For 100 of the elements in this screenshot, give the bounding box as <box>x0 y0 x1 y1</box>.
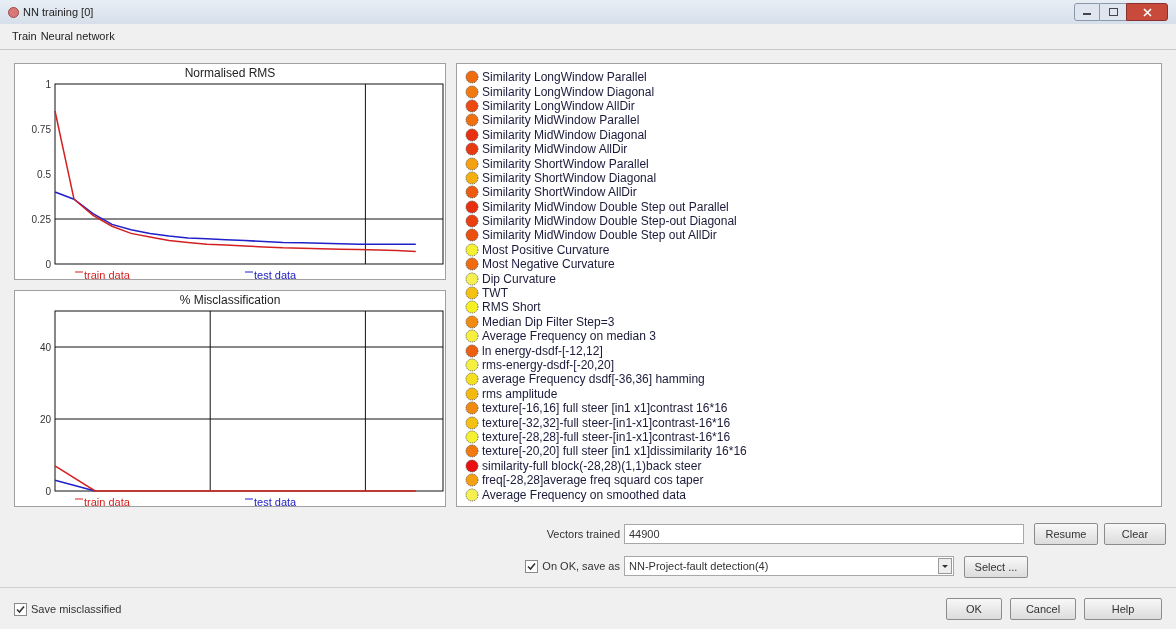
dialog-button[interactable]: OK <box>946 598 1002 620</box>
attribute-name[interactable]: Similarity MidWindow Diagonal <box>482 127 647 142</box>
status-dot <box>465 257 479 272</box>
dialog-button[interactable]: Select ... <box>964 556 1028 579</box>
status-dot <box>465 185 479 200</box>
axis-tick-label: 0 <box>45 486 51 497</box>
checkbox[interactable] <box>14 602 27 616</box>
status-dot <box>465 170 479 185</box>
attribute-name[interactable]: Similarity LongWindow Diagonal <box>482 84 655 99</box>
attribute-name[interactable]: Most Positive Curvature <box>482 242 610 257</box>
legend-entry: train data <box>74 496 130 508</box>
status-dot <box>465 271 479 286</box>
status-dot <box>465 242 479 257</box>
status-dot <box>465 372 479 387</box>
status-dot <box>465 300 479 315</box>
attribute-name[interactable]: Similarity MidWindow Parallel <box>482 113 640 128</box>
attribute-name[interactable]: Most Negative Curvature <box>482 257 615 272</box>
checkbox[interactable] <box>525 559 539 573</box>
maximize-icon <box>1108 8 1118 16</box>
attribute-name[interactable]: Similarity LongWindow AllDir <box>482 98 635 113</box>
axis-tick-label: 0.5 <box>37 169 51 180</box>
status-dot <box>465 473 479 488</box>
attribute-name[interactable]: TWT <box>482 286 508 301</box>
status-dot <box>465 458 479 473</box>
close-button[interactable] <box>1126 3 1168 21</box>
maximize-button[interactable] <box>1100 3 1126 21</box>
attribute-name[interactable]: ln energy-dsdf-[-12,12] <box>482 343 603 358</box>
chart-title: % Misclassification <box>179 293 281 307</box>
dialog-button[interactable]: Clear <box>1104 523 1166 545</box>
axis-tick-label: 1 <box>45 79 51 90</box>
legend-entry: train data <box>74 269 130 281</box>
attribute-name[interactable]: texture[-20,20] full steer [in1 x1]dissimilarity 16*16 <box>482 444 747 459</box>
attribute-name[interactable]: similarity-full block(-28,28)(1,1)back steer <box>482 458 702 473</box>
attribute-name[interactable]: freq[-28,28]average freq squard cos taper <box>482 473 704 488</box>
attribute-name[interactable]: rms amplitude <box>482 386 558 401</box>
legend-entry: test data <box>244 269 297 281</box>
status-dot <box>465 343 479 358</box>
dialog-button[interactable]: Help <box>1084 598 1162 620</box>
checkbox-label: Save misclassified <box>31 601 122 617</box>
status-dot <box>465 199 479 214</box>
status-dot <box>465 329 479 344</box>
legend-label: test data <box>254 269 298 281</box>
attribute-name[interactable]: RMS Short <box>482 300 541 315</box>
attribute-name[interactable]: rms-energy-dsdf-[-20,20] <box>482 358 615 372</box>
vectors-field[interactable]: 44900 <box>624 524 1024 544</box>
status-dot <box>465 286 479 301</box>
status-dot <box>465 156 479 171</box>
status-dot <box>465 415 479 430</box>
legend-label: train data <box>84 496 131 508</box>
legend-label: test data <box>254 496 298 508</box>
status-dot <box>465 358 479 372</box>
attribute-name[interactable]: Similarity MidWindow Double Step-out Diagonal <box>482 214 737 229</box>
chart-title: Normalised RMS <box>184 66 276 80</box>
status-dot <box>465 70 479 85</box>
checkbox-label: On OK, save as <box>542 558 620 574</box>
attribute-name[interactable]: Similarity MidWindow Double Step out AllDir <box>482 228 717 243</box>
axis-tick-label: 0.75 <box>31 124 51 135</box>
attribute-name[interactable]: Similarity ShortWindow Parallel <box>482 156 649 171</box>
attribute-name[interactable]: Average Frequency on median 3 <box>482 329 656 344</box>
attribute-name[interactable]: Similarity MidWindow Double Step out Parallel <box>482 199 729 214</box>
field-label: Vectors trained <box>545 526 621 542</box>
status-dot <box>465 84 479 99</box>
attribute-name[interactable]: Similarity MidWindow AllDir <box>482 142 628 157</box>
check-icon <box>527 561 537 571</box>
status-dot <box>465 98 479 113</box>
axis-tick-label: 0 <box>45 259 51 270</box>
attribute-name[interactable]: average Frequency dsdf[-36,36] hamming <box>482 372 705 387</box>
attribute-name[interactable]: Average Frequency on smoothed data <box>482 487 686 502</box>
attribute-name[interactable]: Similarity LongWindow Parallel <box>482 70 647 85</box>
status-dot <box>465 386 479 401</box>
status-dot <box>465 127 479 142</box>
attribute-name[interactable]: Similarity ShortWindow Diagonal <box>482 170 657 185</box>
attribute-name[interactable]: Median Dip Filter Step=3 <box>482 314 615 329</box>
status-dot <box>465 142 479 157</box>
menu-item[interactable]: Neural network <box>40 28 115 45</box>
axis-tick-label: 40 <box>39 342 51 353</box>
status-dot <box>465 113 479 128</box>
legend-entry: test data <box>244 496 297 508</box>
window-title: NN training [0] <box>23 4 94 20</box>
attribute-name[interactable]: texture[-16,16] full steer [in1 x1]contrast 16*16 <box>482 401 728 416</box>
status-dot <box>465 487 479 502</box>
app-icon <box>8 6 19 18</box>
legend-label: train data <box>84 269 131 281</box>
status-dot <box>465 444 479 459</box>
status-dot <box>465 401 479 416</box>
dialog-button[interactable]: Cancel <box>1010 598 1076 620</box>
status-dot <box>465 314 479 329</box>
attribute-name[interactable]: texture[-28,28]-full steer-[in1-x1]contrast-16*16 <box>482 429 731 444</box>
attribute-name[interactable]: Dip Curvature <box>482 271 557 286</box>
status-dot <box>465 214 479 229</box>
axis-tick-label: 0.25 <box>31 214 51 225</box>
minimize-button[interactable] <box>1074 3 1100 21</box>
project-dropdown[interactable]: NN-Project-fault detection(4) <box>624 556 954 576</box>
status-dot <box>465 429 479 444</box>
attribute-name[interactable]: texture[-32,32]-full steer-[in1-x1]contrast-16*16 <box>482 415 731 430</box>
axis-tick-label: 20 <box>39 414 51 425</box>
close-icon <box>1142 7 1152 17</box>
attribute-name[interactable]: Similarity ShortWindow AllDir <box>482 185 637 200</box>
menu-item[interactable]: Train <box>12 28 37 45</box>
dialog-button[interactable]: Resume <box>1034 523 1098 545</box>
